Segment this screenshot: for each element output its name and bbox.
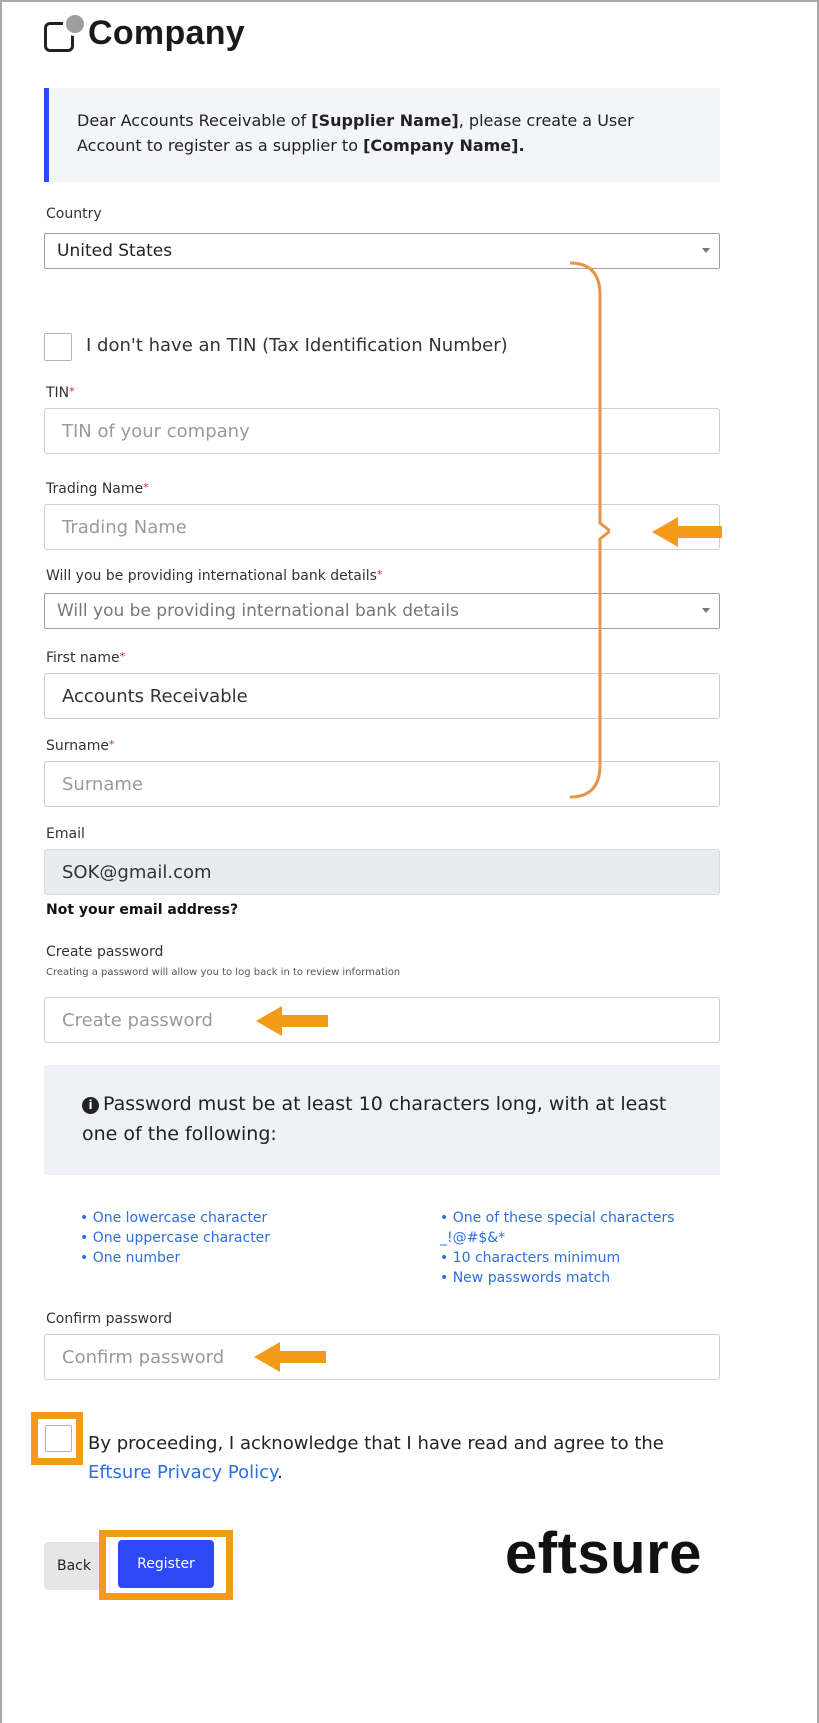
tin-label-text: TIN xyxy=(46,385,70,401)
rule-lowercase: • One lowercase character xyxy=(80,1210,268,1226)
surname-label-text: Surname xyxy=(46,738,109,754)
email-value: SOK@gmail.com xyxy=(62,861,212,883)
agree-suffix: . xyxy=(277,1462,283,1483)
first-name-input[interactable]: Accounts Receivable xyxy=(44,673,720,719)
annotation-arrow-icon xyxy=(254,1342,326,1372)
password-rules-right: • One of these special characters _!@#$&… xyxy=(440,1208,675,1288)
rule-special-chars: _!@#$&* xyxy=(440,1230,506,1246)
annotation-arrow-icon xyxy=(652,517,722,547)
surname-label: Surname* xyxy=(46,738,114,754)
country-label: Country xyxy=(46,206,102,222)
password-rules-left: • One lowercase character • One uppercas… xyxy=(80,1208,270,1268)
surname-placeholder: Surname xyxy=(62,773,143,795)
first-name-required-mark: * xyxy=(119,650,126,663)
country-select[interactable]: United States xyxy=(44,233,720,269)
confirm-password-label: Confirm password xyxy=(46,1311,173,1327)
privacy-policy-link[interactable]: Eftsure Privacy Policy xyxy=(88,1462,277,1483)
first-name-label: First name* xyxy=(46,650,125,666)
rule-min-length: • 10 characters minimum xyxy=(440,1250,621,1266)
create-password-label: Create password xyxy=(46,944,164,960)
surname-required-mark: * xyxy=(108,738,115,751)
company-logo-dot xyxy=(63,12,87,36)
country-value: United States xyxy=(57,241,173,261)
password-info-box: i Password must be at least 10 characters… xyxy=(44,1065,720,1175)
agree-statement: By proceeding, I acknowledge that I have… xyxy=(88,1433,664,1454)
tin-input[interactable]: TIN of your company xyxy=(44,408,720,454)
rule-uppercase: • One uppercase character xyxy=(80,1230,271,1246)
chevron-down-icon xyxy=(702,248,710,253)
trading-name-placeholder: Trading Name xyxy=(62,516,187,538)
intl-bank-label: Will you be providing international bank… xyxy=(46,568,382,584)
email-label: Email xyxy=(46,826,85,842)
trading-name-label-text: Trading Name xyxy=(46,481,144,497)
create-password-help: Creating a password will allow you to lo… xyxy=(46,967,401,978)
no-tin-checkbox[interactable] xyxy=(44,333,72,361)
confirm-password-placeholder: Confirm password xyxy=(62,1346,225,1368)
create-password-input[interactable]: Create password xyxy=(44,997,720,1043)
rule-match: • New passwords match xyxy=(440,1270,611,1286)
banner-company: [Company Name]. xyxy=(363,136,525,155)
annotation-highlight-checkbox xyxy=(31,1412,83,1465)
back-button[interactable]: Back xyxy=(44,1542,104,1590)
annotation-highlight-register xyxy=(99,1530,233,1600)
eftsure-logo: eftsure xyxy=(505,1521,702,1586)
tin-label: TIN* xyxy=(46,385,75,401)
trading-name-label: Trading Name* xyxy=(46,481,149,497)
welcome-banner: Dear Accounts Receivable of [Supplier Na… xyxy=(44,88,720,182)
banner-supplier: [Supplier Name] xyxy=(311,111,459,130)
company-logo-text: Company xyxy=(88,14,246,52)
tin-required-mark: * xyxy=(69,385,75,398)
password-info-text: Password must be at least 10 characters … xyxy=(82,1093,667,1145)
surname-input[interactable]: Surname xyxy=(44,761,720,807)
intl-bank-label-text: Will you be providing international bank… xyxy=(46,568,377,584)
first-name-label-text: First name xyxy=(46,650,120,666)
intl-bank-required-mark: * xyxy=(376,568,383,581)
banner-prefix: Dear Accounts Receivable of xyxy=(77,111,312,130)
not-your-email-link[interactable]: Not your email address? xyxy=(46,902,238,918)
email-field: SOK@gmail.com xyxy=(44,849,720,895)
first-name-value: Accounts Receivable xyxy=(62,685,248,707)
intl-bank-placeholder: Will you be providing international bank… xyxy=(57,601,459,621)
no-tin-label: I don't have an TIN (Tax Identification … xyxy=(86,335,508,356)
annotation-arrow-icon xyxy=(256,1006,328,1036)
trading-name-input[interactable]: Trading Name xyxy=(44,504,720,550)
tin-placeholder: TIN of your company xyxy=(62,420,250,442)
annotation-bracket xyxy=(569,261,610,799)
info-icon: i xyxy=(82,1097,99,1114)
create-password-placeholder: Create password xyxy=(62,1009,213,1031)
agree-text: By proceeding, I acknowledge that I have… xyxy=(88,1429,718,1487)
chevron-down-icon xyxy=(702,608,710,613)
trading-name-required-mark: * xyxy=(143,481,149,494)
confirm-password-input[interactable]: Confirm password xyxy=(44,1334,720,1380)
rule-number: • One number xyxy=(80,1250,181,1266)
intl-bank-select[interactable]: Will you be providing international bank… xyxy=(44,593,720,629)
rule-special: • One of these special characters xyxy=(440,1210,675,1226)
